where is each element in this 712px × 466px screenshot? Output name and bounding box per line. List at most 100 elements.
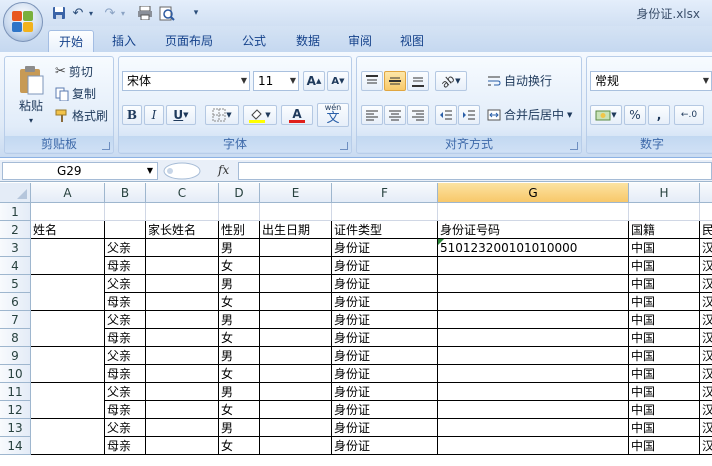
cell-a1[interactable] — [31, 203, 105, 221]
cell-h7[interactable]: 中国 — [629, 311, 700, 329]
tab-insert[interactable]: 插入 — [100, 30, 148, 52]
tab-home[interactable]: 开始 — [48, 30, 94, 52]
cell-c8[interactable] — [146, 329, 219, 347]
cell-g13[interactable] — [438, 419, 629, 437]
cell-d8[interactable]: 女 — [219, 329, 260, 347]
cell-f3[interactable]: 身份证 — [332, 239, 438, 257]
row-header-2[interactable]: 2 — [0, 221, 31, 239]
column-header-h[interactable]: H — [629, 183, 700, 203]
row-header-8[interactable]: 8 — [0, 329, 31, 347]
percent-button[interactable]: % — [624, 105, 646, 125]
row-header-9[interactable]: 9 — [0, 347, 31, 365]
bold-button[interactable]: B — [122, 105, 142, 125]
cell-g4[interactable] — [438, 257, 629, 275]
cell-b7[interactable]: 父亲 — [105, 311, 146, 329]
cell-f13[interactable]: 身份证 — [332, 419, 438, 437]
cell-c7[interactable] — [146, 311, 219, 329]
cell-a12[interactable] — [31, 401, 105, 419]
row-header-10[interactable]: 10 — [0, 365, 31, 383]
cell-h2[interactable]: 国籍 — [629, 221, 700, 239]
cell-c10[interactable] — [146, 365, 219, 383]
cell-c9[interactable] — [146, 347, 219, 365]
cell-a9[interactable] — [31, 347, 105, 365]
row-header-6[interactable]: 6 — [0, 293, 31, 311]
cell-i8[interactable]: 汉 — [700, 329, 712, 347]
cell-e13[interactable] — [260, 419, 332, 437]
insert-function-button[interactable]: fx — [218, 163, 229, 177]
cut-button[interactable]: ✂ 剪切 — [55, 63, 93, 80]
column-header-i[interactable]: I — [700, 183, 712, 203]
cell-g14[interactable] — [438, 437, 629, 455]
cell-i13[interactable]: 汉 — [700, 419, 712, 437]
cell-a10[interactable] — [31, 365, 105, 383]
cell-a13[interactable] — [31, 419, 105, 437]
cell-f14[interactable]: 身份证 — [332, 437, 438, 455]
cell-b2[interactable] — [105, 221, 146, 239]
cell-b3[interactable]: 父亲 — [105, 239, 146, 257]
column-header-c[interactable]: C — [146, 183, 219, 203]
customize-qat-icon[interactable]: ▾ — [190, 4, 202, 22]
cell-b8[interactable]: 母亲 — [105, 329, 146, 347]
cell-d7[interactable]: 男 — [219, 311, 260, 329]
wrap-text-button[interactable]: 自动换行 — [487, 72, 552, 89]
shrink-font-button[interactable]: A ▼ — [327, 71, 349, 91]
cell-f10[interactable]: 身份证 — [332, 365, 438, 383]
row-header-5[interactable]: 5 — [0, 275, 31, 293]
column-header-f[interactable]: F — [332, 183, 438, 203]
cell-i1[interactable] — [700, 203, 712, 221]
cell-e5[interactable] — [260, 275, 332, 293]
row-header-13[interactable]: 13 — [0, 419, 31, 437]
column-header-d[interactable]: D — [219, 183, 260, 203]
cell-b4[interactable]: 母亲 — [105, 257, 146, 275]
cell-c2[interactable]: 家长姓名 — [146, 221, 219, 239]
font-color-button[interactable]: A — [281, 105, 313, 125]
cell-d12[interactable]: 女 — [219, 401, 260, 419]
cell-i9[interactable]: 汉 — [700, 347, 712, 365]
cell-a14[interactable] — [31, 437, 105, 455]
paste-dropdown-icon[interactable]: ▾ — [29, 116, 33, 125]
italic-button[interactable]: I — [144, 105, 164, 125]
align-top-button[interactable] — [361, 71, 383, 91]
increase-decimal-button[interactable]: ←.0 — [674, 105, 704, 125]
cell-g6[interactable] — [438, 293, 629, 311]
fill-color-button[interactable]: ▼ — [243, 105, 277, 125]
underline-button[interactable]: U ▼ — [166, 105, 196, 125]
borders-button[interactable]: ▼ — [205, 105, 239, 125]
cell-a2[interactable]: 姓名 — [31, 221, 105, 239]
cell-g12[interactable] — [438, 401, 629, 419]
office-button[interactable] — [3, 2, 43, 42]
cell-h14[interactable]: 中国 — [629, 437, 700, 455]
cell-c12[interactable] — [146, 401, 219, 419]
cell-e14[interactable] — [260, 437, 332, 455]
save-icon[interactable] — [50, 4, 68, 22]
cell-f4[interactable]: 身份证 — [332, 257, 438, 275]
cell-c3[interactable] — [146, 239, 219, 257]
cell-g5[interactable] — [438, 275, 629, 293]
cell-f6[interactable]: 身份证 — [332, 293, 438, 311]
font-name-select[interactable]: 宋体 ▼ — [122, 71, 250, 91]
column-header-e[interactable]: E — [260, 183, 332, 203]
tab-page-layout[interactable]: 页面布局 — [156, 30, 222, 52]
align-middle-button[interactable] — [384, 71, 406, 91]
cell-d13[interactable]: 男 — [219, 419, 260, 437]
cell-i12[interactable]: 汉 — [700, 401, 712, 419]
row-header-3[interactable]: 3 — [0, 239, 31, 257]
cell-i14[interactable]: 汉 — [700, 437, 712, 455]
clipboard-launcher-icon[interactable] — [102, 142, 110, 150]
cell-e12[interactable] — [260, 401, 332, 419]
cell-e6[interactable] — [260, 293, 332, 311]
print-preview-icon[interactable] — [158, 4, 176, 22]
cell-g1[interactable] — [438, 203, 629, 221]
cell-h1[interactable] — [629, 203, 700, 221]
grow-font-button[interactable]: A ▲ — [303, 71, 325, 91]
cell-h8[interactable]: 中国 — [629, 329, 700, 347]
cell-i11[interactable]: 汉 — [700, 383, 712, 401]
cell-d14[interactable]: 女 — [219, 437, 260, 455]
font-size-select[interactable]: 11 ▼ — [253, 71, 299, 91]
undo-icon[interactable]: ↶ — [70, 4, 86, 22]
cell-h10[interactable]: 中国 — [629, 365, 700, 383]
tab-data[interactable]: 数据 — [284, 30, 332, 52]
cell-h9[interactable]: 中国 — [629, 347, 700, 365]
cell-i2[interactable]: 民 — [700, 221, 712, 239]
cell-c1[interactable] — [146, 203, 219, 221]
